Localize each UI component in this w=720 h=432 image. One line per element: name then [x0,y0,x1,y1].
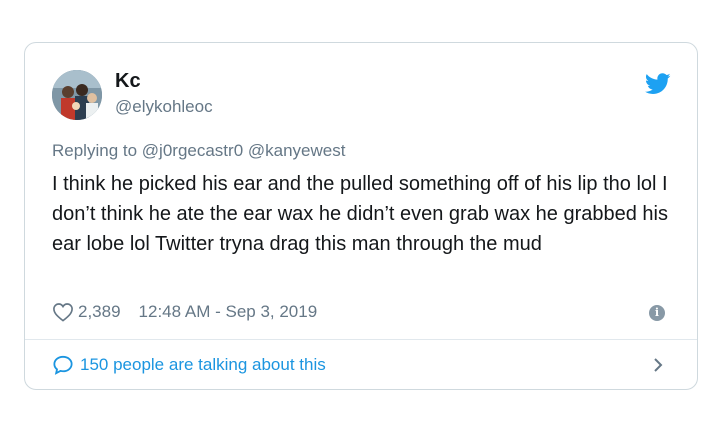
divider [25,339,697,340]
twitter-bird-icon[interactable] [645,73,671,95]
avatar[interactable] [52,70,102,120]
author-handle[interactable]: @elykohleoc [115,97,213,117]
info-icon[interactable]: i [649,305,665,321]
replying-prefix: Replying to [52,141,138,160]
author-name[interactable]: Kc [115,70,141,93]
tweet-text: I think he picked his ear and the pulled… [52,173,668,255]
like-count[interactable]: 2,389 [78,302,121,322]
conversation-link[interactable]: 150 people are talking about this [52,352,326,378]
speech-bubble-icon [53,355,73,375]
tweet-card: Kc @elykohleoc Replying to @j0rgecastr0 … [24,42,698,390]
timestamp[interactable]: 12:48 AM - Sep 3, 2019 [139,302,318,322]
tweet-meta: 2,389 12:48 AM - Sep 3, 2019 [52,300,317,324]
chevron-right-icon[interactable] [651,355,665,375]
replying-mentions[interactable]: @j0rgecastr0 @kanyewest [142,141,346,160]
heart-icon[interactable] [52,302,74,322]
replying-to: Replying to @j0rgecastr0 @kanyewest [52,141,345,161]
conversation-label[interactable]: 150 people are talking about this [80,355,326,375]
